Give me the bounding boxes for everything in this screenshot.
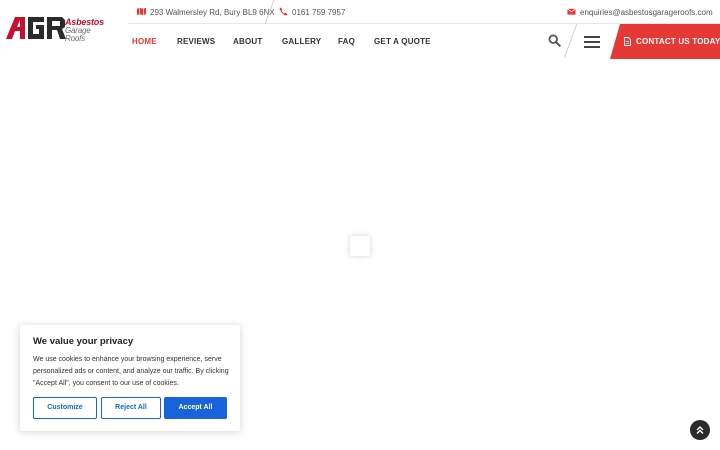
logo-line-3: Roofs (65, 34, 85, 43)
search-icon[interactable] (548, 34, 561, 47)
logo-text: Asbestos Garage Roofs (65, 18, 111, 43)
logo-mark-icon (6, 17, 66, 39)
nav-item-faq[interactable]: FAQ (338, 37, 355, 46)
contact-us-button[interactable]: CONTACT US TODAY (610, 24, 720, 59)
site-header: Asbestos Garage Roofs 293 Walmersley Rd,… (0, 0, 720, 60)
double-chevron-up-icon (696, 426, 704, 434)
address-item[interactable]: 293 Walmersley Rd, Bury BL9 6NX (137, 7, 275, 17)
phone-text: 0161 759 7957 (292, 8, 346, 17)
contact-us-label: CONTACT US TODAY (636, 37, 720, 46)
hamburger-icon[interactable] (584, 36, 600, 48)
nav-item-get-a-quote[interactable]: GET A QUOTE (374, 37, 431, 46)
phone-icon (279, 7, 288, 16)
reject-all-button[interactable]: Reject All (101, 397, 161, 419)
site-logo[interactable]: Asbestos Garage Roofs (6, 17, 106, 43)
top-info-bar: 293 Walmersley Rd, Bury BL9 6NX 0161 759… (128, 0, 720, 24)
nav-item-about[interactable]: ABOUT (233, 37, 262, 46)
customize-button[interactable]: Customize (33, 397, 97, 419)
back-to-top-button[interactable] (690, 420, 710, 440)
cookie-title: We value your privacy (33, 336, 134, 347)
nav-item-gallery[interactable]: GALLERY (282, 37, 321, 46)
document-icon (624, 37, 631, 46)
accept-all-button[interactable]: Accept All (164, 397, 227, 419)
email-item[interactable]: enquiries@asbestosgarageroofs.com (567, 7, 713, 17)
nav-divider (563, 24, 578, 58)
address-text: 293 Walmersley Rd, Bury BL9 6NX (150, 8, 275, 17)
nav-item-reviews[interactable]: REVIEWS (177, 37, 215, 46)
phone-item[interactable]: 0161 759 7957 (279, 7, 345, 17)
cookie-description: We use cookies to enhance your browsing … (33, 356, 229, 387)
map-icon (137, 7, 146, 16)
nav-item-home[interactable]: HOME (132, 37, 157, 46)
cookie-consent-banner: We value your privacy We use cookies to … (20, 325, 240, 431)
page-loader (350, 236, 370, 256)
email-text: enquiries@asbestosgarageroofs.com (580, 8, 713, 17)
envelope-icon (567, 8, 576, 15)
